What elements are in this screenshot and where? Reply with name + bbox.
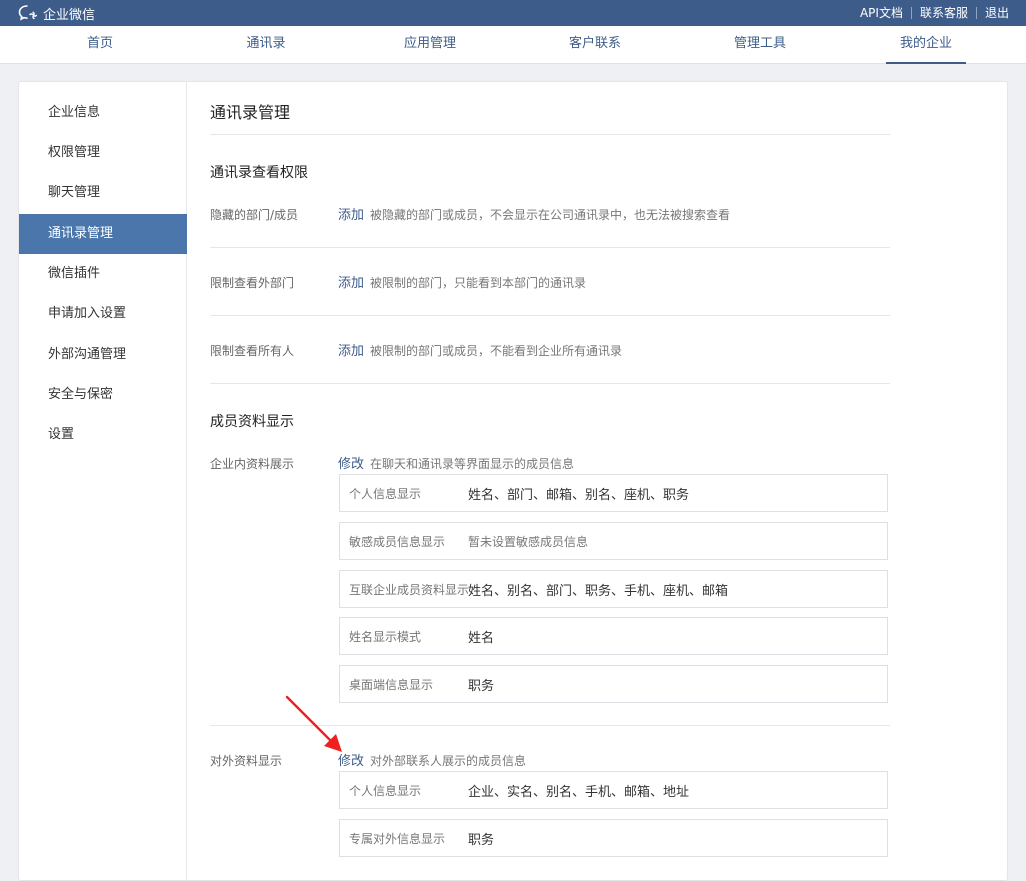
- info-key: 桌面端信息显示: [349, 677, 434, 692]
- brand-name: 企业微信: [43, 7, 96, 23]
- sidebar-item-enterprise-info[interactable]: 企业信息: [19, 93, 187, 133]
- row-description: 被限制的部门或成员，不能看到企业所有通讯录: [370, 344, 623, 358]
- page-title: 通讯录管理: [210, 103, 291, 122]
- chat-bubble-icon: [18, 5, 38, 21]
- sidebar-item-wechat-plugin[interactable]: 微信插件: [19, 254, 187, 294]
- main-nav: 首页 通讯录 应用管理 客户联系 管理工具 我的企业: [0, 26, 1026, 64]
- row-label-internal-display: 企业内资料展示: [210, 457, 295, 471]
- divider: [210, 383, 890, 384]
- tab-home[interactable]: 首页: [60, 26, 140, 64]
- top-links: API文档 联系客服 退出: [860, 4, 1009, 21]
- add-restrict-everyone-link[interactable]: 添加: [338, 340, 364, 359]
- info-value: 职务: [468, 832, 495, 848]
- sidebar-item-external-communication[interactable]: 外部沟通管理: [19, 335, 187, 375]
- sidebar-item-settings[interactable]: 设置: [19, 415, 187, 455]
- info-box-external-personal-info: 个人信息显示 企业、实名、别名、手机、邮箱、地址: [339, 771, 888, 809]
- row-external-display: 修改 对外部联系人展示的成员信息: [338, 750, 526, 769]
- top-bar: 企业微信 API文档 联系客服 退出: [0, 0, 1026, 26]
- api-docs-link[interactable]: API文档: [860, 4, 903, 21]
- info-key: 个人信息显示: [349, 486, 422, 501]
- row-label-restrict-everyone: 限制查看所有人: [210, 344, 295, 358]
- info-value: 企业、实名、别名、手机、邮箱、地址: [468, 784, 690, 800]
- info-key: 互联企业成员资料显示: [349, 582, 470, 597]
- row-label-external-display: 对外资料显示: [210, 754, 283, 768]
- row-description: 被限制的部门，只能看到本部门的通讯录: [370, 276, 587, 290]
- divider: [210, 134, 890, 135]
- row-description: 在聊天和通讯录等界面显示的成员信息: [370, 457, 575, 471]
- add-restrict-other-depts-link[interactable]: 添加: [338, 272, 364, 291]
- row-label-hidden-members: 隐藏的部门/成员: [210, 208, 299, 222]
- info-value: 姓名、别名、部门、职务、手机、座机、邮箱: [468, 583, 729, 599]
- add-hidden-members-link[interactable]: 添加: [338, 204, 364, 223]
- info-key: 姓名显示模式: [349, 629, 422, 644]
- info-key: 敏感成员信息显示: [349, 534, 446, 549]
- section-title-member-display: 成员资料显示: [210, 414, 294, 430]
- info-box-name-mode: 姓名显示模式 姓名: [339, 617, 888, 655]
- info-value: 职务: [468, 678, 495, 694]
- divider: [910, 6, 912, 19]
- divider: [210, 247, 890, 248]
- tab-contacts[interactable]: 通讯录: [226, 26, 306, 64]
- row-description: 被隐藏的部门或成员，不会显示在公司通讯录中，也无法被搜索查看: [370, 208, 731, 222]
- row-internal-display: 修改 在聊天和通讯录等界面显示的成员信息: [338, 453, 574, 472]
- sidebar-item-security[interactable]: 安全与保密: [19, 375, 187, 415]
- tab-app-management[interactable]: 应用管理: [390, 26, 470, 64]
- row-restrict-everyone: 添加 被限制的部门或成员，不能看到企业所有通讯录: [338, 340, 622, 359]
- sidebar-item-permissions[interactable]: 权限管理: [19, 133, 187, 173]
- tab-customer-contact[interactable]: 客户联系: [555, 26, 635, 64]
- info-box-personal-info: 个人信息显示 姓名、部门、邮箱、别名、座机、职务: [339, 474, 888, 512]
- divider: [210, 315, 890, 316]
- contact-support-link[interactable]: 联系客服: [920, 4, 968, 21]
- divider: [975, 6, 977, 19]
- tab-my-enterprise[interactable]: 我的企业: [886, 26, 966, 64]
- info-value: 暂未设置敏感成员信息: [468, 534, 589, 549]
- sidebar: 企业信息 权限管理 聊天管理 通讯录管理 微信插件 申请加入设置 外部沟通管理 …: [19, 82, 187, 880]
- brand[interactable]: 企业微信: [18, 3, 95, 23]
- tab-management-tools[interactable]: 管理工具: [720, 26, 800, 64]
- section-title-view-permission: 通讯录查看权限: [210, 165, 308, 181]
- sidebar-item-chat-management[interactable]: 聊天管理: [19, 173, 187, 213]
- info-box-linked-enterprise: 互联企业成员资料显示 姓名、别名、部门、职务、手机、座机、邮箱: [339, 570, 888, 608]
- sidebar-item-join-settings[interactable]: 申请加入设置: [19, 294, 187, 334]
- sidebar-item-contacts-management[interactable]: 通讯录管理: [19, 214, 187, 254]
- row-label-restrict-other-depts: 限制查看外部门: [210, 276, 295, 290]
- annotation-arrow-icon: [285, 695, 342, 752]
- info-box-desktop-info: 桌面端信息显示 职务: [339, 665, 888, 703]
- info-box-sensitive-info: 敏感成员信息显示 暂未设置敏感成员信息: [339, 522, 888, 560]
- info-box-exclusive-external-info: 专属对外信息显示 职务: [339, 819, 888, 857]
- info-value: 姓名: [468, 630, 495, 646]
- row-description: 对外部联系人展示的成员信息: [370, 754, 527, 768]
- row-hidden-members: 添加 被隐藏的部门或成员，不会显示在公司通讯录中，也无法被搜索查看: [338, 204, 730, 223]
- main-panel: 企业信息 权限管理 聊天管理 通讯录管理 微信插件 申请加入设置 外部沟通管理 …: [18, 81, 1008, 881]
- row-restrict-other-depts: 添加 被限制的部门，只能看到本部门的通讯录: [338, 272, 586, 291]
- logout-link[interactable]: 退出: [985, 4, 1009, 21]
- edit-internal-display-link[interactable]: 修改: [338, 453, 364, 472]
- info-value: 姓名、部门、邮箱、别名、座机、职务: [468, 487, 690, 503]
- info-key: 专属对外信息显示: [349, 831, 446, 846]
- info-key: 个人信息显示: [349, 783, 422, 798]
